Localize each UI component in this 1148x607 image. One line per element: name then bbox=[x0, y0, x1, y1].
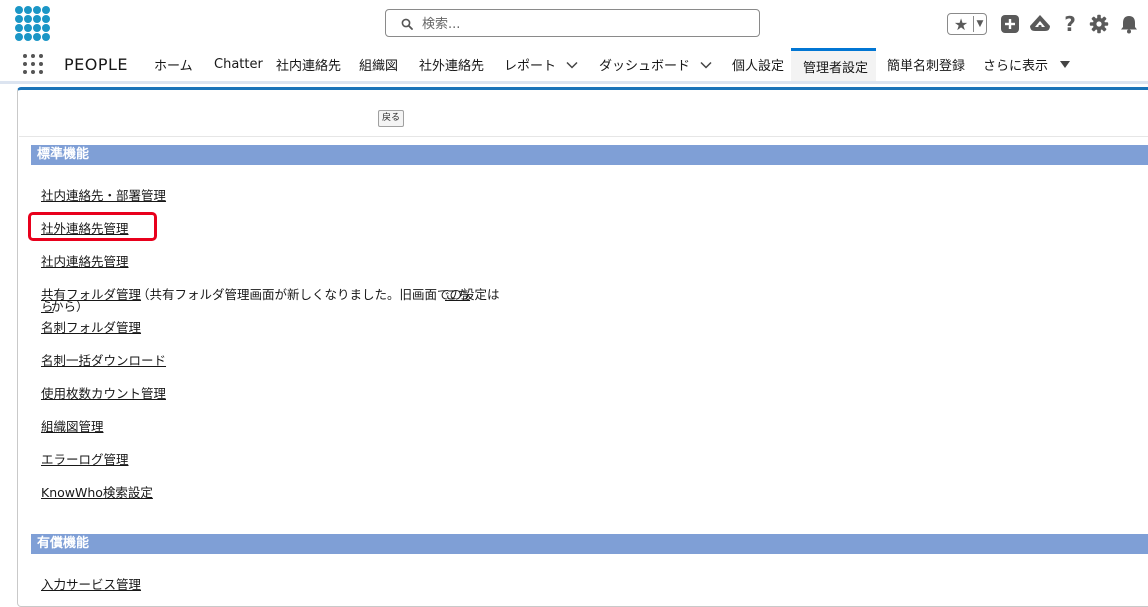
help-icon[interactable]: ? bbox=[1058, 12, 1082, 36]
tab-internal-contacts[interactable]: 社内連絡先 bbox=[276, 48, 341, 81]
page-background bbox=[0, 84, 17, 601]
button-row bbox=[19, 99, 1148, 137]
tab-personal-settings[interactable]: 個人設定 bbox=[732, 48, 784, 81]
chevron-down-icon[interactable] bbox=[700, 61, 712, 69]
tab-label: 簡単名刺登録 bbox=[887, 59, 966, 74]
tab-label: ホーム bbox=[154, 59, 193, 74]
content-panel bbox=[17, 87, 1148, 607]
back-button[interactable]: 戻る bbox=[378, 110, 405, 127]
link-org-chart-admin[interactable]: 組織図管理 bbox=[41, 416, 104, 435]
tab-label: Chatter bbox=[214, 57, 263, 72]
star-icon[interactable]: ★ bbox=[950, 14, 972, 34]
tab-label: 組織図 bbox=[359, 59, 399, 74]
tab-label: 社内連絡先 bbox=[276, 59, 342, 74]
app-launcher-icon[interactable] bbox=[23, 54, 43, 74]
tab-home[interactable]: ホーム bbox=[154, 48, 193, 81]
link-internal-contacts-department-admin[interactable]: 社内連絡先・部署管理 bbox=[41, 185, 166, 204]
add-icon[interactable] bbox=[998, 12, 1022, 36]
global-header: ★ ▼ ? bbox=[0, 0, 1148, 48]
tab-label: さらに表示 bbox=[983, 59, 1049, 74]
bell-icon[interactable] bbox=[1117, 12, 1141, 36]
link-old-screen-part-1[interactable]: こち bbox=[445, 284, 470, 303]
link-knowwho-search-settings[interactable]: KnowWho検索設定 bbox=[41, 482, 153, 501]
app-logo-icon[interactable] bbox=[15, 6, 51, 42]
app-name: PEOPLE bbox=[64, 55, 129, 74]
link-card-bulk-download[interactable]: 名刺一括ダウンロード bbox=[41, 350, 166, 369]
trailhead-icon[interactable] bbox=[1028, 12, 1052, 36]
tab-easy-card-registration[interactable]: 簡単名刺登録 bbox=[887, 48, 965, 81]
tab-reports[interactable]: レポート bbox=[504, 48, 578, 81]
link-error-log-admin[interactable]: エラーログ管理 bbox=[41, 449, 129, 468]
tab-more[interactable]: さらに表示 bbox=[983, 48, 1071, 81]
shared-folder-note-end: から） bbox=[51, 299, 89, 314]
tab-dashboards[interactable]: ダッシュボード bbox=[599, 48, 712, 81]
tab-label: 管理者設定 bbox=[803, 60, 869, 76]
tab-label: レポート bbox=[504, 59, 557, 74]
link-usage-count-admin[interactable]: 使用枚数カウント管理 bbox=[41, 383, 166, 402]
section-header-paid: 有償機能 bbox=[31, 534, 1148, 554]
search-icon bbox=[401, 18, 413, 30]
global-search[interactable] bbox=[385, 9, 760, 37]
chevron-down-icon[interactable]: ▼ bbox=[974, 14, 986, 34]
tab-admin-settings[interactable]: 管理者設定 bbox=[791, 48, 876, 81]
link-input-service-admin[interactable]: 入力サービス管理 bbox=[41, 574, 141, 593]
chevron-down-icon[interactable] bbox=[566, 61, 578, 69]
gear-icon[interactable] bbox=[1087, 12, 1111, 36]
tab-label: 個人設定 bbox=[732, 59, 785, 74]
highlight-annotation bbox=[28, 212, 157, 241]
favorites-control[interactable]: ★ ▼ bbox=[947, 13, 987, 35]
tab-label: ダッシュボード bbox=[599, 59, 691, 74]
link-internal-contacts-admin[interactable]: 社内連絡先管理 bbox=[41, 251, 129, 270]
tab-external-contacts[interactable]: 社外連絡先 bbox=[419, 48, 484, 81]
tab-label: 社外連絡先 bbox=[419, 59, 485, 74]
search-input[interactable] bbox=[420, 13, 744, 35]
tab-org-chart[interactable]: 組織図 bbox=[359, 48, 398, 81]
caret-down-icon[interactable] bbox=[1060, 61, 1071, 68]
section-header-standard: 標準機能 bbox=[31, 145, 1148, 165]
tab-chatter[interactable]: Chatter bbox=[214, 48, 263, 81]
app-navigation: PEOPLE ホーム Chatter 社内連絡先 組織図 社外連絡先 レポート … bbox=[0, 48, 1148, 84]
link-card-folder-admin[interactable]: 名刺フォルダ管理 bbox=[41, 317, 141, 336]
